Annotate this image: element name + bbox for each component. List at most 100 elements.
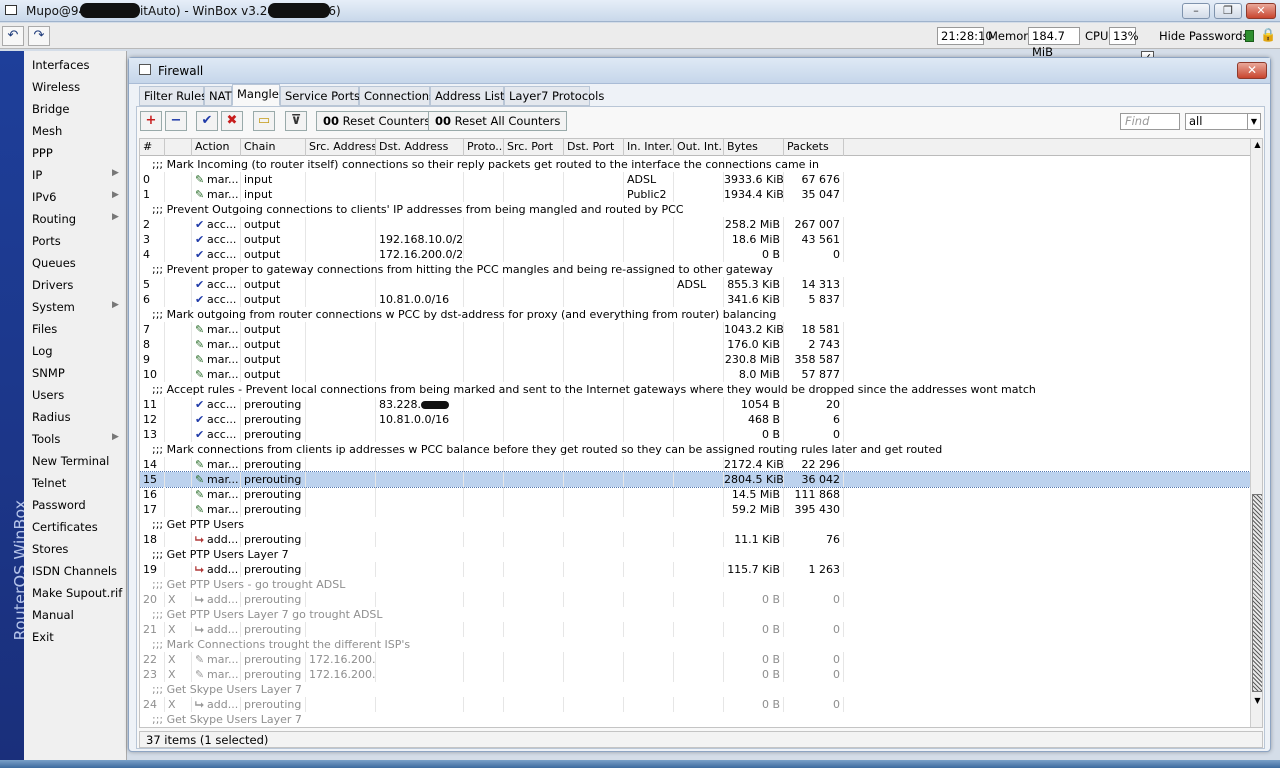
table-row[interactable]: 1 ✎ mar... input Public2 1934.4 KiB 35 047 [140, 187, 1250, 202]
column-header[interactable]: Packets [784, 139, 844, 156]
table-row[interactable]: 3 ✔ acc... output 192.168.10.0/24 18.6 MiB 43 … [140, 232, 1250, 247]
comment-row[interactable]: ;;; Mark Connections trought the differe… [140, 637, 1250, 652]
table-row[interactable]: 17 ✎ mar... prerouting 59.2 MiB 395 430 [140, 502, 1250, 517]
comment-row[interactable]: ;;; Prevent Outgoing connections to clie… [140, 202, 1250, 217]
sidebar-item-ppp[interactable]: PPP [32, 146, 53, 160]
comment-row[interactable]: ;;; Mark outgoing from router connection… [140, 307, 1250, 322]
column-header[interactable]: Dst. Port [564, 139, 624, 156]
sidebar-item-certificates[interactable]: Certificates [32, 520, 98, 534]
sidebar-item-make-supout-rif[interactable]: Make Supout.rif [32, 586, 122, 600]
sidebar-item-manual[interactable]: Manual [32, 608, 74, 622]
tab-filter-rules[interactable]: Filter Rules [139, 86, 207, 106]
column-header[interactable] [165, 139, 192, 156]
table-row[interactable]: 19 ⮡ add... prerouting 115.7 KiB 1 263 [140, 562, 1250, 577]
comment-row[interactable]: ;;; Prevent proper to gateway connection… [140, 262, 1250, 277]
column-header[interactable]: In. Inter... [624, 139, 674, 156]
table-row[interactable]: 16 ✎ mar... prerouting 14.5 MiB 111 868 [140, 487, 1250, 502]
comment-row[interactable]: ;;; Get PTP Users Layer 7 [140, 547, 1250, 562]
table-row[interactable]: 6 ✔ acc... output 10.81.0.0/16 341.6 KiB 5 837 [140, 292, 1250, 307]
table-row[interactable]: 7 ✎ mar... output 1043.2 KiB 18 581 [140, 322, 1250, 337]
sidebar-item-stores[interactable]: Stores [32, 542, 68, 556]
tab-service-ports[interactable]: Service Ports [280, 86, 360, 106]
sidebar-item-interfaces[interactable]: Interfaces [32, 58, 89, 72]
reset-all-counters-button[interactable]: 00 Reset All Counters [428, 111, 568, 131]
sidebar-item-queues[interactable]: Queues [32, 256, 76, 270]
sidebar-item-telnet[interactable]: Telnet [32, 476, 66, 490]
table-row[interactable]: 10 ✎ mar... output 8.0 MiB 57 877 [140, 367, 1250, 382]
table-row[interactable]: 20 X ⮡ add... prerouting 0 B0 [140, 592, 1250, 607]
sidebar-item-ip[interactable]: IP ▶ [32, 168, 119, 182]
table-row[interactable]: 14 ✎ mar... prerouting 2172.4 KiB 22 296 [140, 457, 1250, 472]
vertical-scrollbar[interactable]: ▲ ▼ [1250, 139, 1262, 727]
sidebar-item-snmp[interactable]: SNMP [32, 366, 65, 380]
comment-row[interactable]: ;;; Mark connections from clients ip add… [140, 442, 1250, 457]
table-row[interactable]: 2 ✔ acc... output 258.2 MiB 267 007 [140, 217, 1250, 232]
column-header[interactable]: Bytes [724, 139, 784, 156]
table-row[interactable]: 13 ✔ acc... prerouting 0 B0 [140, 427, 1250, 442]
comment-row[interactable]: ;;; Get Skype Users Layer 7 [140, 712, 1250, 727]
remove-icon[interactable]: − [165, 111, 187, 131]
sidebar-item-files[interactable]: Files [32, 322, 57, 336]
table-row[interactable]: 0 ✎ mar... input ADSL 3933.6 KiB 67 676 [140, 172, 1250, 187]
comment-row[interactable]: ;;; Mark Incoming (to router itself) con… [140, 157, 1250, 172]
undo-icon[interactable]: ↶ [2, 26, 24, 46]
close-button[interactable]: ✕ [1246, 3, 1276, 19]
tab-mangle[interactable]: Mangle [232, 84, 280, 106]
scroll-down-icon[interactable]: ▼ [1252, 695, 1262, 706]
column-header[interactable]: Action [192, 139, 241, 156]
comment-row[interactable]: ;;; Accept rules - Prevent local connect… [140, 382, 1250, 397]
sidebar-item-mesh[interactable]: Mesh [32, 124, 62, 138]
tab-address-lists[interactable]: Address Lists [430, 86, 511, 106]
scroll-up-icon[interactable]: ▲ [1252, 139, 1262, 150]
sidebar-item-ipv6[interactable]: IPv6 ▶ [32, 190, 119, 204]
table-row[interactable]: 15 ✎ mar... prerouting 2804.5 KiB 36 042 [140, 471, 1250, 488]
enable-icon[interactable]: ✔ [196, 111, 218, 131]
column-header[interactable]: Src. Address [306, 139, 376, 156]
table-row[interactable]: 23X✎mar...prerouting172.16.200....0 B0 [140, 667, 1250, 682]
column-header[interactable]: Chain [241, 139, 306, 156]
comment-row[interactable]: ;;; Get PTP Users Layer 7 go trought ADS… [140, 607, 1250, 622]
sidebar-item-password[interactable]: Password [32, 498, 86, 512]
column-header[interactable]: Out. Int... [674, 139, 724, 156]
sidebar-item-radius[interactable]: Radius [32, 410, 71, 424]
sidebar-item-exit[interactable]: Exit [32, 630, 54, 644]
comment-row[interactable]: ;;; Get PTP Users - go trought ADSL [140, 577, 1250, 592]
table-row[interactable]: 4 ✔ acc... output 172.16.200.0/24 0 B0 [140, 247, 1250, 262]
table-row[interactable]: 5 ✔ acc... output ADSL 855.3 KiB 14 313 [140, 277, 1250, 292]
table-row[interactable]: 21 X ⮡ add... prerouting 0 B0 [140, 622, 1250, 637]
sidebar-item-wireless[interactable]: Wireless [32, 80, 80, 94]
table-row[interactable]: 12 ✔ acc... prerouting 10.81.0.0/16 468 B6 [140, 412, 1250, 427]
sidebar-item-bridge[interactable]: Bridge [32, 102, 70, 116]
sidebar-item-new-terminal[interactable]: New Terminal [32, 454, 109, 468]
sidebar-item-users[interactable]: Users [32, 388, 64, 402]
column-header[interactable]: Proto... [464, 139, 504, 156]
sidebar-item-drivers[interactable]: Drivers [32, 278, 73, 292]
redo-icon[interactable]: ↷ [28, 26, 50, 46]
table-row[interactable]: 9 ✎ mar... output 230.8 MiB 358 587 [140, 352, 1250, 367]
table-row[interactable]: 11 ✔ acc... prerouting 83.228. 1054 B 20 [140, 397, 1250, 412]
comment-row[interactable]: ;;; Get PTP Users [140, 517, 1250, 532]
sidebar-item-isdn-channels[interactable]: ISDN Channels [32, 564, 117, 578]
column-header[interactable]: # [140, 139, 165, 156]
minimize-button[interactable]: – [1182, 3, 1210, 19]
find-input[interactable]: Find [1120, 113, 1180, 130]
sidebar-item-log[interactable]: Log [32, 344, 53, 358]
sidebar-item-system[interactable]: System ▶ [32, 300, 119, 314]
chevron-down-icon[interactable]: ▼ [1247, 114, 1260, 129]
tab-connections[interactable]: Connections [359, 86, 435, 106]
column-header[interactable]: Dst. Address [376, 139, 464, 156]
comment-icon[interactable]: ▭ [253, 111, 275, 131]
comment-row[interactable]: ;;; Get Skype Users Layer 7 [140, 682, 1250, 697]
filter-select[interactable]: all ▼ [1185, 113, 1261, 130]
table-row[interactable]: 18 ⮡ add... prerouting 11.1 KiB 76 [140, 532, 1250, 547]
sidebar-item-ports[interactable]: Ports [32, 234, 61, 248]
scrollbar-thumb[interactable] [1252, 494, 1262, 692]
add-icon[interactable]: + [140, 111, 162, 131]
tab-nat[interactable]: NAT [204, 86, 232, 106]
reset-counters-button[interactable]: 00 Reset Counters [316, 111, 438, 131]
sidebar-item-tools[interactable]: Tools ▶ [32, 432, 119, 446]
table-row[interactable]: 8 ✎ mar... output 176.0 KiB 2 743 [140, 337, 1250, 352]
table-row[interactable]: 22X✎mar...prerouting172.16.200....0 B0 [140, 652, 1250, 667]
column-header[interactable]: Src. Port [504, 139, 564, 156]
table-row[interactable]: 24 X ⮡ add... prerouting 0 B0 [140, 697, 1250, 712]
